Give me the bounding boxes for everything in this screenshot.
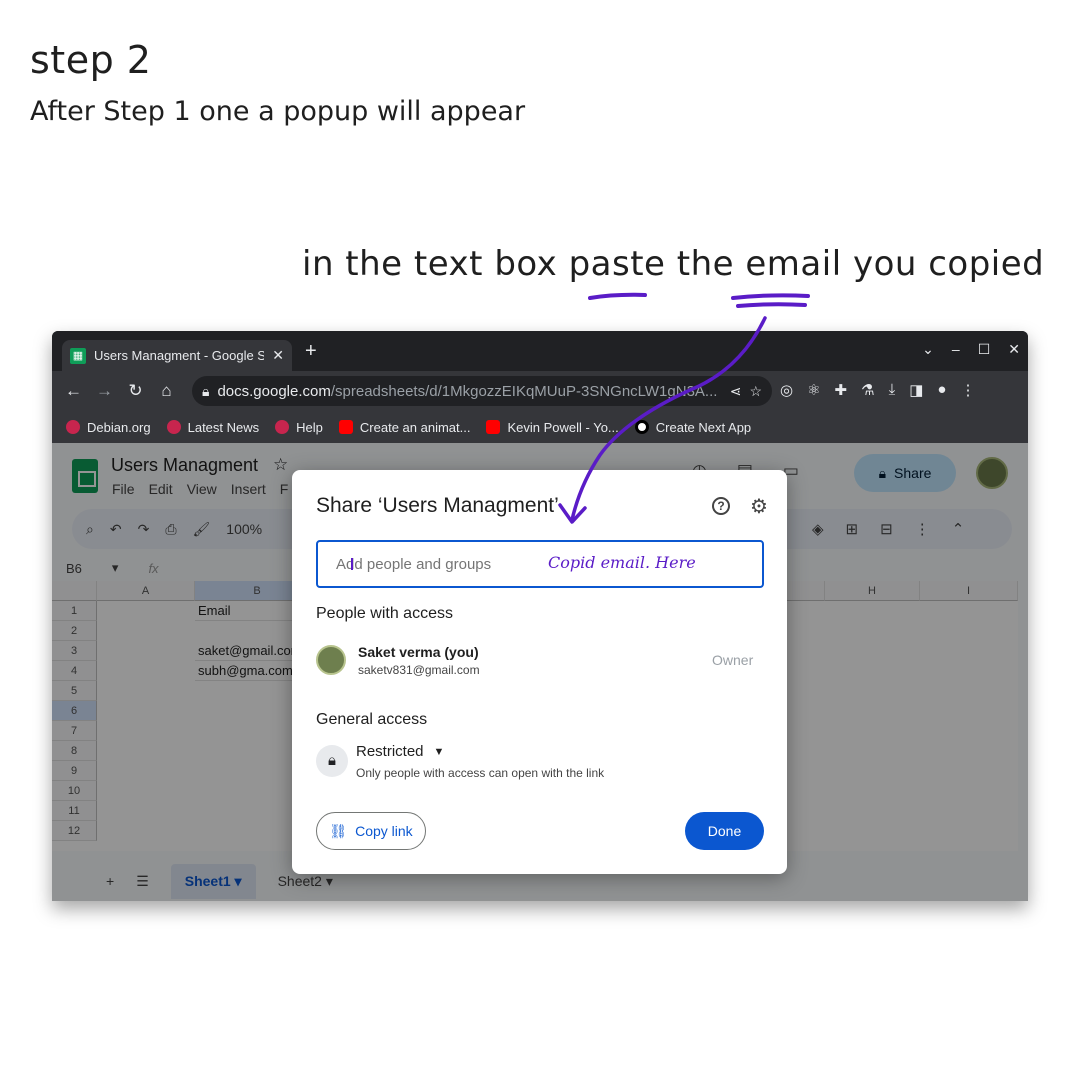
dialog-title: Share ‘Users Managment’: [316, 494, 559, 517]
access-level-dropdown[interactable]: Restricted ▼: [356, 743, 444, 760]
underline-email-2: [736, 302, 807, 308]
address-bar[interactable]: 🔒︎ docs.google.com/spreadsheets/d/1Mkgoz…: [192, 376, 772, 406]
bookmark-label: Create an animat...: [359, 419, 471, 435]
bookmark-debian[interactable]: Debian.org: [66, 420, 151, 435]
lock-icon: 🔒︎: [316, 745, 348, 777]
window-controls: ⌄ – ☐ ✕: [922, 341, 1020, 358]
share-dialog: Share ‘Users Managment’ ? ⚙ Copid email.…: [292, 470, 787, 874]
back-icon[interactable]: ←: [58, 381, 89, 401]
sheets-favicon-icon: ▦: [70, 347, 86, 364]
bookmark-label: Debian.org: [87, 419, 151, 435]
bookmark-label: Help: [296, 419, 323, 435]
bookmark-label: Latest News: [187, 419, 260, 435]
bookmark-latest-news[interactable]: Latest News: [166, 419, 260, 435]
flask-icon[interactable]: ⚗: [861, 381, 874, 399]
owner-role: Owner: [712, 652, 754, 668]
lock-icon: 🔒︎: [202, 382, 210, 399]
puzzle-extensions-icon[interactable]: ✚: [835, 381, 848, 399]
step-title: step 2: [30, 38, 152, 82]
bookmarks-bar: Debian.org Latest News Help Create an an…: [52, 411, 1028, 443]
url-host: docs.google.com: [217, 382, 331, 400]
bookmark-create-animation[interactable]: Create an animat...: [338, 419, 471, 435]
user-email: saketv831@gmail.com: [358, 663, 480, 677]
help-icon[interactable]: ?: [712, 497, 730, 515]
bookmark-next-app[interactable]: Create Next App: [634, 419, 752, 435]
access-level-label: Restricted: [356, 743, 424, 760]
tab-strip: ▦ Users Managment - Google S ✕ + ⌄ – ☐ ✕: [52, 331, 1028, 371]
maximize-icon[interactable]: ☐: [978, 341, 991, 358]
link-icon: ⛓: [329, 822, 348, 839]
user-name: Saket verma (you): [358, 644, 479, 660]
bookmark-label: Kevin Powell - Yo...: [507, 419, 619, 435]
people-with-access-header: People with access: [316, 605, 453, 622]
copy-link-button[interactable]: ⛓ Copy link: [316, 812, 426, 850]
instruction-text: in the text box paste the email you copi…: [302, 244, 1045, 284]
debian-icon: [66, 420, 80, 434]
url-path: /spreadsheets/d/1MkgozzEIKqMUuP-3SNGncLW…: [330, 382, 718, 400]
youtube-icon: [338, 420, 353, 434]
debian-icon: [275, 420, 290, 434]
share-page-icon[interactable]: ⋖: [730, 383, 742, 400]
home-icon[interactable]: ⌂: [151, 381, 182, 401]
extension-target-icon[interactable]: ◎: [780, 381, 793, 399]
bookmark-label: Create Next App: [655, 419, 752, 435]
browser-tab[interactable]: ▦ Users Managment - Google S ✕: [62, 340, 292, 371]
handwritten-hint: Copid email. Here: [548, 553, 696, 572]
side-panel-icon[interactable]: ◨: [909, 381, 923, 399]
add-people-input[interactable]: [316, 540, 764, 588]
bookmark-star-icon[interactable]: ☆: [749, 383, 762, 400]
nextjs-icon: [634, 420, 649, 434]
copy-link-label: Copy link: [355, 823, 413, 839]
profile-icon[interactable]: ●: [937, 381, 946, 399]
react-devtools-icon[interactable]: ⚛: [807, 381, 820, 399]
new-tab-button[interactable]: +: [305, 341, 317, 361]
menu-kebab-icon[interactable]: ⋮: [960, 381, 975, 399]
underline-email-1: [731, 293, 810, 300]
done-button[interactable]: Done: [685, 812, 764, 850]
bookmark-kevin-powell[interactable]: Kevin Powell - Yo...: [486, 419, 619, 435]
close-window-icon[interactable]: ✕: [1008, 341, 1020, 358]
tab-search-icon[interactable]: ⌄: [922, 341, 934, 358]
user-avatar: [316, 645, 346, 675]
forward-icon[interactable]: →: [89, 381, 120, 401]
youtube-icon: [486, 420, 501, 434]
minimize-icon[interactable]: –: [952, 341, 960, 358]
debian-icon: [166, 420, 181, 434]
underline-paste: [588, 292, 647, 300]
reload-icon[interactable]: ↻: [120, 381, 151, 401]
extensions-area: ◎ ⚛ ✚ ⚗ ⤓ ◨ ● ⋮: [780, 381, 975, 399]
step-subtitle: After Step 1 one a popup will appear: [30, 96, 526, 127]
tab-title: Users Managment - Google S: [94, 348, 265, 363]
access-description: Only people with access can open with th…: [356, 766, 605, 780]
bookmark-help[interactable]: Help: [275, 420, 323, 435]
download-icon[interactable]: ⤓: [889, 381, 896, 399]
url-text[interactable]: docs.google.com/spreadsheets/d/1MkgozzEI…: [217, 383, 721, 400]
settings-gear-icon[interactable]: ⚙: [750, 494, 768, 519]
dropdown-arrow-icon: ▼: [433, 745, 445, 758]
general-access-header: General access: [316, 711, 428, 728]
close-tab-icon[interactable]: ✕: [272, 347, 284, 364]
navigation-bar: ← → ↻ ⌂ 🔒︎ docs.google.com/spreadsheets/…: [52, 371, 1028, 411]
